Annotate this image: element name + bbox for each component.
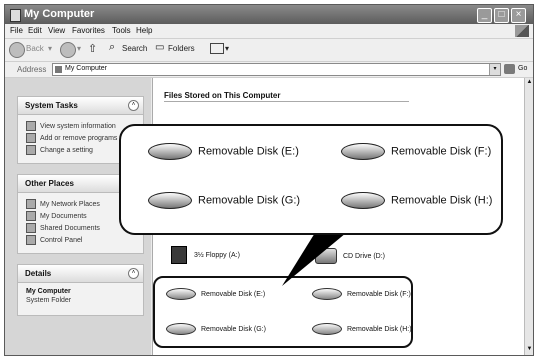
add-remove-programs-link[interactable]: Add or remove programs bbox=[26, 133, 117, 143]
go-arrow-icon[interactable] bbox=[504, 64, 515, 74]
callout-bubble: Removable Disk (E:) Removable Disk (F:) … bbox=[119, 124, 503, 235]
computer-icon bbox=[55, 66, 62, 73]
details-type: System Folder bbox=[26, 297, 72, 304]
callout-drive-f: Removable Disk (F:) bbox=[341, 143, 491, 160]
windows-logo-icon bbox=[515, 25, 529, 37]
scroll-up-icon[interactable]: ▲ bbox=[526, 79, 533, 87]
control-panel-icon bbox=[26, 145, 36, 155]
forward-arrow-icon[interactable] bbox=[60, 42, 76, 58]
view-system-info-link[interactable]: View system information bbox=[26, 121, 116, 131]
back-arrow-icon[interactable] bbox=[9, 42, 25, 58]
views-dropdown-icon[interactable]: ▾ bbox=[225, 44, 229, 53]
network-places-link[interactable]: My Network Places bbox=[26, 199, 100, 209]
floppy-disk-icon bbox=[171, 246, 187, 264]
menu-favorites[interactable]: Favorites bbox=[72, 26, 105, 35]
callout-drive-g: Removable Disk (G:) bbox=[148, 192, 300, 209]
minimize-button[interactable]: _ bbox=[477, 8, 492, 23]
other-places-title: Other Places bbox=[25, 179, 74, 188]
search-icon[interactable]: ⌕ bbox=[109, 41, 115, 54]
shared-documents-link[interactable]: Shared Documents bbox=[26, 223, 100, 233]
maximize-button[interactable]: □ bbox=[494, 8, 509, 23]
system-tasks-title: System Tasks bbox=[25, 101, 78, 110]
control-panel-icon bbox=[26, 235, 36, 245]
forward-dropdown-icon[interactable]: ▾ bbox=[77, 44, 81, 53]
details-name: My Computer bbox=[26, 288, 71, 295]
network-icon bbox=[26, 199, 36, 209]
section-title: Files Stored on This Computer bbox=[164, 91, 281, 100]
folders-icon[interactable]: ▭ bbox=[155, 42, 164, 53]
close-button[interactable]: × bbox=[511, 8, 526, 23]
removable-disk-icon bbox=[341, 143, 385, 160]
folder-icon bbox=[26, 223, 36, 233]
back-dropdown-icon[interactable]: ▾ bbox=[48, 44, 52, 53]
callout-drive-h: Removable Disk (H:) bbox=[341, 192, 492, 209]
scroll-down-icon[interactable]: ▼ bbox=[526, 346, 533, 354]
cd-drive-item[interactable]: CD Drive (D:) bbox=[315, 248, 385, 264]
removable-disk-icon bbox=[148, 143, 192, 160]
change-setting-link[interactable]: Change a setting bbox=[26, 145, 93, 155]
my-documents-link[interactable]: My Documents bbox=[26, 211, 87, 221]
folders-button[interactable]: Folders bbox=[168, 44, 195, 53]
section-divider bbox=[164, 101, 409, 102]
menu-tools[interactable]: Tools bbox=[112, 26, 131, 35]
highlight-box bbox=[153, 276, 413, 348]
vertical-scrollbar[interactable]: ▲ ▼ bbox=[524, 78, 533, 355]
menu-view[interactable]: View bbox=[48, 26, 65, 35]
menu-edit[interactable]: Edit bbox=[28, 26, 42, 35]
go-button[interactable]: Go bbox=[518, 65, 527, 72]
computer-icon bbox=[10, 9, 21, 22]
address-bar: Address My Computer ▾ Go bbox=[5, 62, 533, 78]
collapse-chevron-icon[interactable]: ˄ bbox=[128, 100, 139, 111]
menu-file[interactable]: File bbox=[10, 26, 23, 35]
search-button[interactable]: Search bbox=[122, 44, 147, 53]
floppy-drive-item[interactable]: 3½ Floppy (A:) bbox=[171, 246, 240, 264]
menu-help[interactable]: Help bbox=[136, 26, 152, 35]
address-value: My Computer bbox=[65, 65, 108, 72]
cd-drive-icon bbox=[315, 248, 337, 264]
programs-icon bbox=[26, 133, 36, 143]
details-title: Details bbox=[25, 269, 52, 278]
details-panel: Details ˄ My Computer System Folder bbox=[17, 264, 144, 316]
title-bar[interactable]: My Computer _ □ × bbox=[5, 5, 533, 24]
menu-bar: File Edit View Favorites Tools Help bbox=[5, 24, 533, 39]
views-icon[interactable] bbox=[210, 43, 224, 54]
back-button-label[interactable]: Back bbox=[26, 44, 44, 53]
removable-disk-icon bbox=[148, 192, 192, 209]
folder-icon bbox=[26, 211, 36, 221]
info-icon bbox=[26, 121, 36, 131]
address-dropdown-icon[interactable]: ▾ bbox=[489, 64, 500, 75]
callout-drive-e: Removable Disk (E:) bbox=[148, 143, 299, 160]
address-label: Address bbox=[17, 65, 47, 74]
window-title: My Computer bbox=[24, 8, 95, 20]
control-panel-link[interactable]: Control Panel bbox=[26, 235, 82, 245]
removable-disk-icon bbox=[341, 192, 385, 209]
up-folder-icon[interactable]: ⇧ bbox=[88, 42, 97, 55]
toolbar: Back ▾ ▾ ⇧ ⌕ Search ▭ Folders ▾ bbox=[5, 39, 533, 62]
address-field[interactable]: My Computer ▾ bbox=[52, 63, 501, 76]
collapse-chevron-icon[interactable]: ˄ bbox=[128, 268, 139, 279]
